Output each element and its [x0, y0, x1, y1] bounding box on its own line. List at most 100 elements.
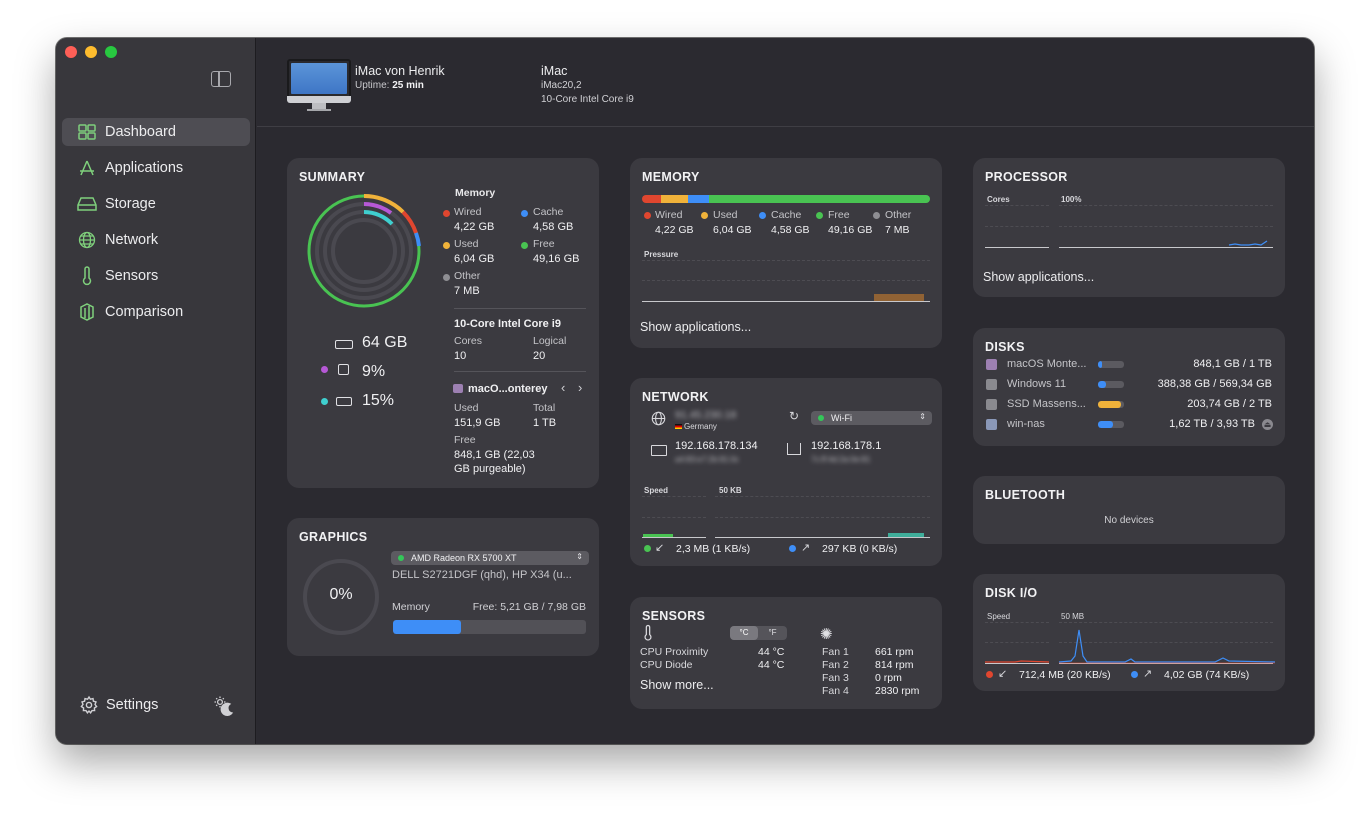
globe-icon	[651, 411, 666, 431]
disk-icon	[986, 359, 997, 370]
disks-card[interactable]: DISKS macOS Monte... 848,1 GB / 1 TB Win…	[973, 328, 1285, 446]
sensors-show-more-link[interactable]: Show more...	[640, 678, 714, 692]
disk-io-title: DISK I/O	[985, 586, 1038, 600]
theme-toggle-icon[interactable]	[214, 696, 234, 716]
thermometer-icon	[643, 624, 653, 646]
fan-value-4: 2830 rpm	[875, 685, 920, 697]
disk-free-value: 848,1 GB (22,03	[454, 449, 535, 461]
network-drive-icon	[986, 419, 997, 430]
disk-total-value: 1 TB	[533, 417, 557, 429]
sidebar-toggle-icon[interactable]	[211, 71, 231, 87]
download-graph	[643, 534, 673, 537]
fan-label-3: Fan 3	[822, 672, 849, 684]
used-dot	[443, 242, 450, 249]
eject-icon[interactable]: ⏏	[1262, 419, 1273, 430]
other-dot	[443, 274, 450, 281]
disk-usage-bar-1	[1098, 361, 1124, 368]
write-arrow-icon: ↗	[1143, 668, 1153, 680]
settings-label: Settings	[106, 697, 159, 713]
processor-show-applications-link[interactable]: Show applications...	[983, 270, 1094, 284]
chevron-right-icon[interactable]: ›	[578, 380, 582, 395]
unit-toggle[interactable]: °C °F	[730, 626, 787, 640]
dashboard-grid-icon	[76, 123, 98, 141]
disk-free-label: Free	[454, 434, 476, 446]
disk-name-2: Windows 11	[1007, 378, 1067, 390]
mem-cache-value: 4,58 GB	[771, 224, 810, 236]
fahrenheit-option[interactable]: °F	[758, 626, 787, 640]
used-label: Used	[454, 238, 479, 250]
main-content: iMac von Henrik Uptime: 25 min iMac iMac…	[257, 38, 1314, 744]
mem-used-value: 6,04 GB	[713, 224, 752, 236]
applications-icon	[76, 159, 98, 177]
temp-value-1: 44 °C	[758, 646, 785, 658]
mem-used-label: Used	[713, 209, 738, 221]
router-ip: 192.168.178.1	[811, 440, 882, 452]
disk-io-card[interactable]: DISK I/O Speed 50 MB ↙ 712,4 MB (20 KB/s…	[973, 574, 1285, 691]
sensors-title: SENSORS	[642, 609, 706, 623]
thermometer-icon	[76, 266, 98, 286]
disk-icon	[986, 399, 997, 410]
mem-other-label: Other	[885, 209, 912, 221]
fan-label-2: Fan 2	[822, 659, 849, 671]
disk-usage-bar-3	[1098, 401, 1124, 408]
sensors-card[interactable]: SENSORS °C °F CPU Proximity 44 °C CPU Di…	[630, 597, 942, 709]
summary-cpu-name: 10-Core Intel Core i9	[454, 318, 561, 330]
disk-value-4: 1,62 TB / 3,93 TB	[1169, 418, 1255, 430]
sidebar-item-storage[interactable]: Storage	[62, 190, 250, 218]
processor-cores-label: Cores	[987, 195, 1010, 204]
sidebar-item-label: Applications	[105, 160, 184, 176]
bluetooth-empty: No devices	[1104, 515, 1154, 526]
graphics-card[interactable]: GRAPHICS 0% AMD Radeon RX 5700 XT ⇕ DELL …	[287, 518, 599, 656]
gpu-selector[interactable]: AMD Radeon RX 5700 XT ⇕	[391, 551, 589, 565]
cpu-usage: 9%	[362, 363, 386, 380]
pressure-label: Pressure	[644, 250, 679, 259]
disk-name-4: win-nas	[1007, 418, 1045, 430]
ram-total: 64 GB	[362, 334, 408, 351]
minimize-window-button[interactable]	[85, 46, 97, 58]
country: Germany	[675, 422, 717, 431]
settings-button[interactable]: Settings	[80, 695, 159, 714]
sidebar-item-applications[interactable]: Applications	[62, 154, 250, 182]
memory-show-applications-link[interactable]: Show applications...	[640, 320, 751, 334]
sidebar-item-dashboard[interactable]: Dashboard	[62, 118, 250, 146]
sidebar-item-comparison[interactable]: Comparison	[62, 298, 250, 326]
network-card[interactable]: NETWORK 91.45.230.18 Germany ↻ Wi-Fi ⇕ 19…	[630, 378, 942, 566]
drive-icon	[336, 397, 352, 406]
public-ip: 91.45.230.18	[675, 409, 737, 421]
interface-selector[interactable]: Wi-Fi ⇕	[811, 411, 932, 425]
close-window-button[interactable]	[65, 46, 77, 58]
memory-card[interactable]: MEMORY Wired 4,22 GB Used 6,04 GB Cache …	[630, 158, 942, 348]
sidebar-nav: Dashboard Applications Storage Network S…	[62, 118, 250, 334]
gpu-displays: DELL S2721DGF (qhd), HP X34 (u...	[392, 569, 572, 581]
zoom-window-button[interactable]	[105, 46, 117, 58]
device-model: iMac	[541, 64, 568, 78]
cpu-dot	[321, 366, 328, 373]
summary-title: SUMMARY	[299, 170, 366, 184]
logical-label: Logical	[533, 335, 567, 347]
chevron-left-icon[interactable]: ‹	[561, 380, 565, 395]
bluetooth-title: BLUETOOTH	[985, 488, 1066, 502]
celsius-option[interactable]: °C	[730, 626, 758, 640]
processor-card[interactable]: PROCESSOR Cores 100% Show applications..…	[973, 158, 1285, 297]
disk-usage-bar-2	[1098, 381, 1124, 388]
disk-free-value-2: GB purgeable)	[454, 463, 526, 475]
refresh-icon[interactable]: ↻	[789, 409, 799, 423]
sidebar-item-sensors[interactable]: Sensors	[62, 262, 250, 290]
imac-device-icon	[287, 59, 351, 111]
disk-read-total: 712,4 MB (20 KB/s)	[1019, 669, 1111, 681]
globe-icon	[76, 231, 98, 249]
mem-wired-value: 4,22 GB	[655, 224, 694, 236]
bluetooth-card[interactable]: BLUETOOTH No devices	[973, 476, 1285, 544]
disk-name-3: SSD Massens...	[1007, 398, 1086, 410]
cpu-chip-icon	[338, 364, 349, 375]
read-arrow-icon: ↙	[998, 668, 1008, 680]
disk-value-3: 203,74 GB / 2 TB	[1187, 398, 1272, 410]
summary-ring-chart	[307, 193, 421, 308]
other-label: Other	[454, 270, 481, 282]
summary-card[interactable]: SUMMARY Memory Wired 4,22 GB Cache 4,58 …	[287, 158, 599, 488]
disk-dot	[321, 398, 328, 405]
processor-title: PROCESSOR	[985, 170, 1068, 184]
disk-value-2: 388,38 GB / 569,34 GB	[1157, 378, 1272, 390]
wired-label: Wired	[454, 206, 482, 218]
sidebar-item-network[interactable]: Network	[62, 226, 250, 254]
